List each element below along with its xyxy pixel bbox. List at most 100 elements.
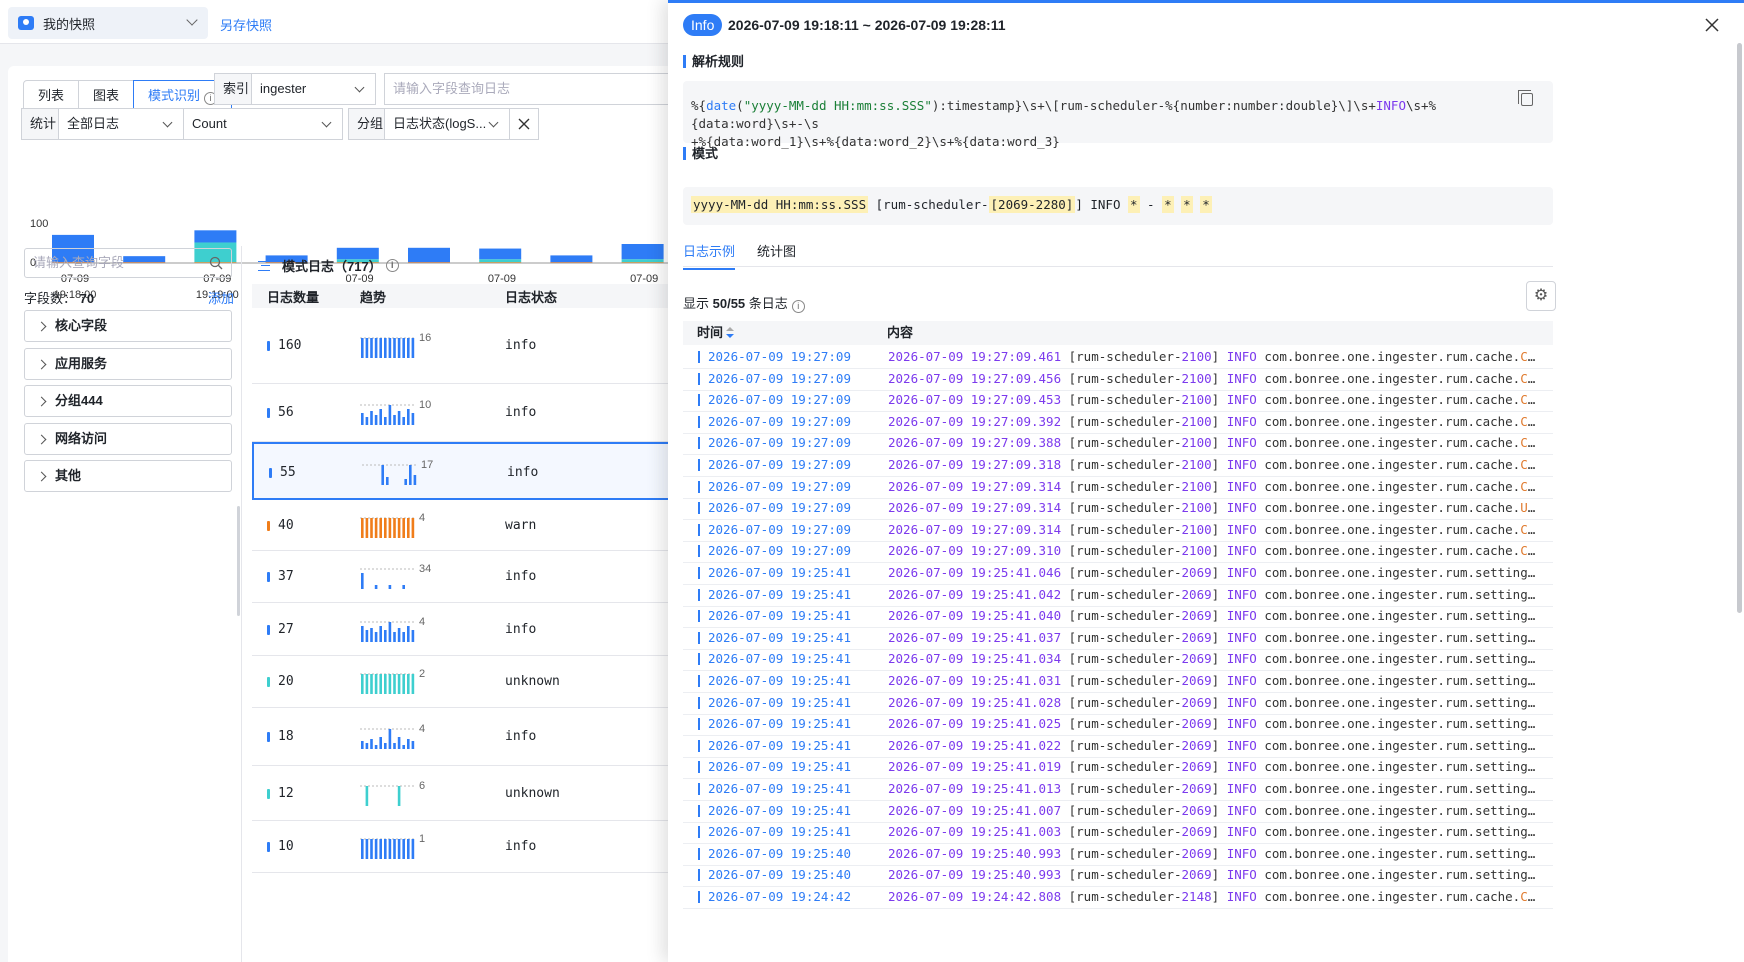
log-content: 2026-07-09 19:25:41.028 [rum-scheduler-2…: [888, 691, 1538, 714]
tab-stats-chart[interactable]: 统计图: [757, 241, 796, 260]
log-row[interactable]: 2026-07-09 19:25:41 2026-07-09 19:25:41.0…: [683, 820, 1553, 845]
tab-log-samples[interactable]: 日志示例: [683, 241, 736, 270]
col-time[interactable]: 时间: [697, 321, 735, 345]
log-row[interactable]: 2026-07-09 19:27:09 2026-07-09 19:27:09.3…: [683, 431, 1553, 456]
log-row[interactable]: 2026-07-09 19:25:41 2026-07-09 19:25:41.0…: [683, 691, 1553, 715]
sort-icon[interactable]: [726, 327, 735, 339]
camera-icon: [18, 16, 34, 30]
field-group-444[interactable]: 分组444: [24, 385, 232, 417]
log-row[interactable]: 2026-07-09 19:25:41 2026-07-09 19:25:41.0…: [683, 561, 1553, 585]
log-row[interactable]: 2026-07-09 19:25:41 2026-07-09 19:25:41.0…: [683, 755, 1553, 780]
log-timestamp: 2026-07-09 19:25:41.046: [888, 565, 1062, 580]
stat-select[interactable]: 全部日志: [58, 108, 184, 140]
field-search-input[interactable]: 请输入查询字段: [24, 248, 232, 278]
log-row[interactable]: 2026-07-09 19:27:09 2026-07-09 19:27:09.4…: [683, 367, 1553, 391]
settings-gear-icon[interactable]: ⚙: [1526, 281, 1556, 311]
resize-handle[interactable]: [237, 506, 240, 616]
log-thread-prefix: [rum-scheduler-: [1068, 737, 1182, 753]
log-time: 2026-07-09 19:27:09: [708, 413, 851, 429]
log-level-mark: [698, 437, 700, 450]
log-row[interactable]: 2026-07-09 19:27:09 2026-07-09 19:27:09.3…: [683, 410, 1553, 434]
log-class: Setti...: [1535, 846, 1538, 861]
log-row[interactable]: 2026-07-09 19:27:09 2026-07-09 19:27:09.3…: [683, 453, 1553, 477]
field-group-app[interactable]: 应用服务: [24, 348, 232, 380]
log-row[interactable]: 2026-07-09 19:25:41 2026-07-09 19:25:41.0…: [683, 799, 1553, 823]
sparkline-bar: [411, 338, 415, 358]
log-package: com.bonree.one.ingester.rum.setting.: [1264, 737, 1536, 753]
log-row[interactable]: 2026-07-09 19:27:09 2026-07-09 19:27:09.4…: [683, 345, 1553, 369]
log-package: com.bonree.one.ingester.rum.setting.: [1264, 694, 1536, 710]
log-class: Setti...: [1535, 824, 1538, 839]
sparkline-bar: [361, 573, 364, 589]
log-level-mark: [698, 696, 700, 709]
log-package: com.bonree.one.ingester.rum.cache.: [1264, 543, 1521, 559]
pattern-list-title: 模式日志（717） i: [258, 256, 399, 275]
info-icon[interactable]: i: [385, 259, 399, 272]
log-thread-id: 2100: [1181, 435, 1212, 451]
sparkline-bar: [374, 585, 378, 589]
histogram-bar: [621, 262, 664, 263]
log-timestamp: 2026-07-09 19:27:09.314: [888, 521, 1062, 537]
sparkline-max: 6: [419, 780, 425, 792]
log-row[interactable]: 2026-07-09 19:25:41 2026-07-09 19:25:41.0…: [683, 669, 1553, 693]
agg-select[interactable]: Count: [183, 108, 343, 140]
log-row[interactable]: 2026-07-09 19:25:40 2026-07-09 19:25:40.9…: [683, 842, 1553, 866]
log-row[interactable]: 2026-07-09 19:24:42 2026-07-09 19:24:42.8…: [683, 885, 1553, 909]
log-row[interactable]: 2026-07-09 19:25:40 2026-07-09 19:25:40.9…: [683, 863, 1553, 888]
index-select[interactable]: ingester: [251, 73, 376, 105]
log-time: 2026-07-09 19:27:09: [708, 392, 851, 408]
field-group-other[interactable]: 其他: [24, 460, 232, 492]
log-package: com.bonree.one.ingester.rum.setting.: [1264, 629, 1536, 645]
log-row[interactable]: 2026-07-09 19:27:09 2026-07-09 19:27:09.3…: [683, 518, 1553, 542]
log-timestamp: 2026-07-09 19:27:09.461: [888, 349, 1062, 364]
log-content: 2026-07-09 19:27:09.314 [rum-scheduler-2…: [888, 496, 1538, 519]
clear-group-button[interactable]: [509, 108, 539, 140]
sparkline-bar: [361, 517, 364, 538]
save-snapshot-link[interactable]: 另存快照: [220, 15, 272, 34]
log-thread-id: 2069: [1181, 629, 1212, 645]
log-level-mark: [698, 351, 700, 363]
log-timestamp: 2026-07-09 19:25:41.007: [888, 802, 1062, 818]
log-row[interactable]: 2026-07-09 19:25:41 2026-07-09 19:25:41.0…: [683, 647, 1553, 672]
group-select[interactable]: 日志状态(logS...: [384, 108, 510, 140]
close-icon[interactable]: [1704, 17, 1720, 33]
col-status: 日志状态: [505, 289, 558, 305]
log-time: 2026-07-09 19:25:41: [708, 673, 851, 688]
field-group-network[interactable]: 网络访问: [24, 423, 232, 455]
log-content: 2026-07-09 19:25:40.993 [rum-scheduler-2…: [888, 842, 1538, 865]
log-row[interactable]: 2026-07-09 19:25:41 2026-07-09 19:25:41.0…: [683, 604, 1553, 629]
sparkline-bar: [370, 674, 373, 694]
sparkline-max: 4: [419, 512, 425, 524]
list-icon[interactable]: [258, 260, 270, 271]
field-count: 字段数： 70: [24, 288, 94, 307]
log-row[interactable]: 2026-07-09 19:25:41 2026-07-09 19:25:41.0…: [683, 777, 1553, 801]
log-row[interactable]: 2026-07-09 19:27:09 2026-07-09 19:27:09.4…: [683, 388, 1553, 413]
log-level-mark: [698, 567, 700, 579]
field-group-core[interactable]: 核心字段: [24, 310, 232, 342]
chevron-down-icon: [354, 82, 365, 93]
sparkline-bar: [370, 411, 373, 425]
log-class: CacheSe...: [1520, 478, 1538, 494]
log-level: INFO: [1226, 737, 1257, 753]
pattern-count: 12: [278, 785, 294, 801]
log-row[interactable]: 2026-07-09 19:25:41 2026-07-09 19:25:41.0…: [683, 734, 1553, 758]
info-icon[interactable]: i: [791, 300, 805, 313]
log-row[interactable]: 2026-07-09 19:27:09 2026-07-09 19:27:09.3…: [683, 475, 1553, 499]
snapshot-select[interactable]: 我的快照: [8, 7, 208, 39]
sparkline-bar: [402, 517, 405, 538]
log-row[interactable]: 2026-07-09 19:27:09 2026-07-09 19:27:09.3…: [683, 539, 1553, 564]
log-time: 2026-07-09 19:25:41: [708, 565, 851, 580]
log-level: INFO: [1226, 867, 1257, 883]
pattern-status: info: [505, 839, 537, 854]
log-row[interactable]: 2026-07-09 19:27:09 2026-07-09 19:27:09.3…: [683, 496, 1553, 521]
log-row[interactable]: 2026-07-09 19:25:41 2026-07-09 19:25:41.0…: [683, 626, 1553, 650]
add-field-link[interactable]: 添加: [208, 288, 234, 307]
log-row[interactable]: 2026-07-09 19:25:41 2026-07-09 19:25:41.0…: [683, 712, 1553, 737]
log-level-mark: [698, 372, 700, 385]
sparkline-bar: [365, 674, 369, 694]
scrollbar[interactable]: [1737, 43, 1742, 613]
copy-icon[interactable]: [1518, 90, 1533, 106]
sparkline-bar: [361, 674, 364, 694]
log-thread-prefix: [rum-scheduler-: [1068, 629, 1182, 645]
log-row[interactable]: 2026-07-09 19:25:41 2026-07-09 19:25:41.0…: [683, 583, 1553, 607]
